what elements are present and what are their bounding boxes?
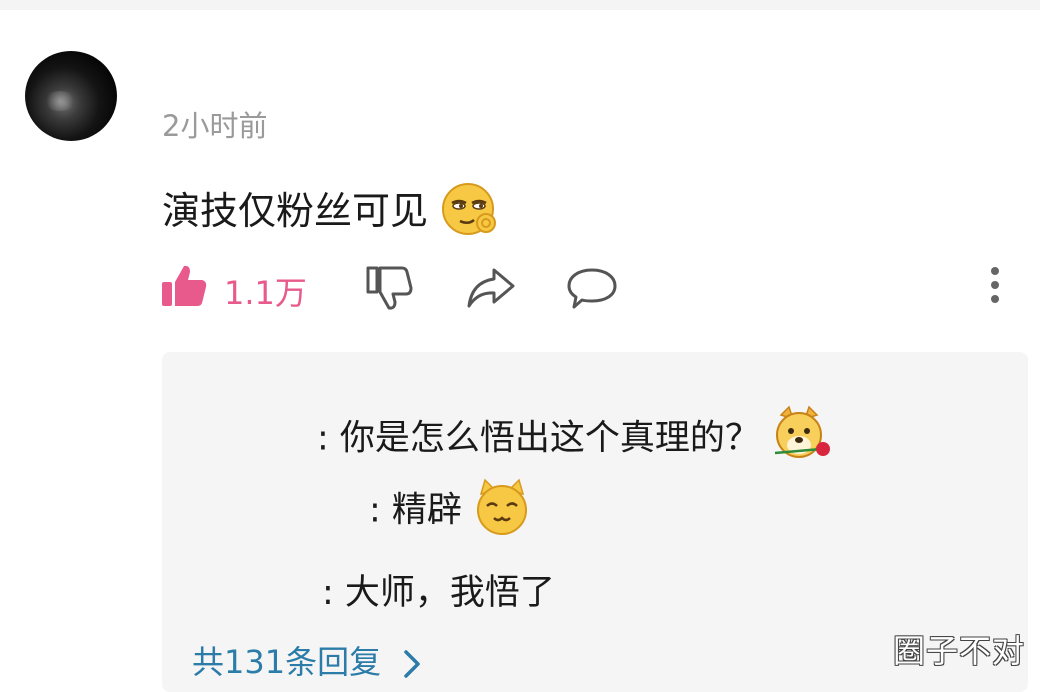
- comment-bubble-icon[interactable]: [566, 266, 618, 314]
- smirk-ok-emoji-icon: [440, 181, 502, 246]
- dog-rose-emoji-icon: [771, 405, 833, 474]
- reply-item: : 你是怎么悟出这个真理的？: [317, 405, 833, 474]
- comment-time: 2小时前: [162, 109, 268, 143]
- avatar[interactable]: [25, 51, 117, 141]
- like-count: 1.1万: [224, 274, 307, 312]
- watermark: 圈子不对: [893, 632, 1026, 670]
- reply-item: : 大师，我悟了: [322, 564, 555, 615]
- reply-item: : 精辟: [369, 478, 531, 545]
- thumbs-down-icon[interactable]: [365, 264, 413, 316]
- share-icon[interactable]: [466, 266, 516, 314]
- chevron-right-icon: [404, 650, 421, 678]
- more-replies-label: 共131条回复: [192, 643, 382, 681]
- comment-text-row: 演技仅粉丝可见: [162, 180, 502, 246]
- reply-text: : 你是怎么悟出这个真理的？: [317, 418, 760, 459]
- reply-text: : 精辟: [369, 490, 462, 531]
- more-options-icon[interactable]: [988, 266, 1002, 310]
- comment-text: 演技仅粉丝可见: [162, 189, 429, 233]
- thumbs-up-icon[interactable]: [160, 262, 208, 314]
- reply-text: : 大师，我悟了: [322, 573, 555, 613]
- smiling-cat-emoji-icon: [473, 478, 531, 545]
- top-divider: [0, 0, 1040, 10]
- view-all-replies-link[interactable]: 共131条回复: [192, 637, 421, 683]
